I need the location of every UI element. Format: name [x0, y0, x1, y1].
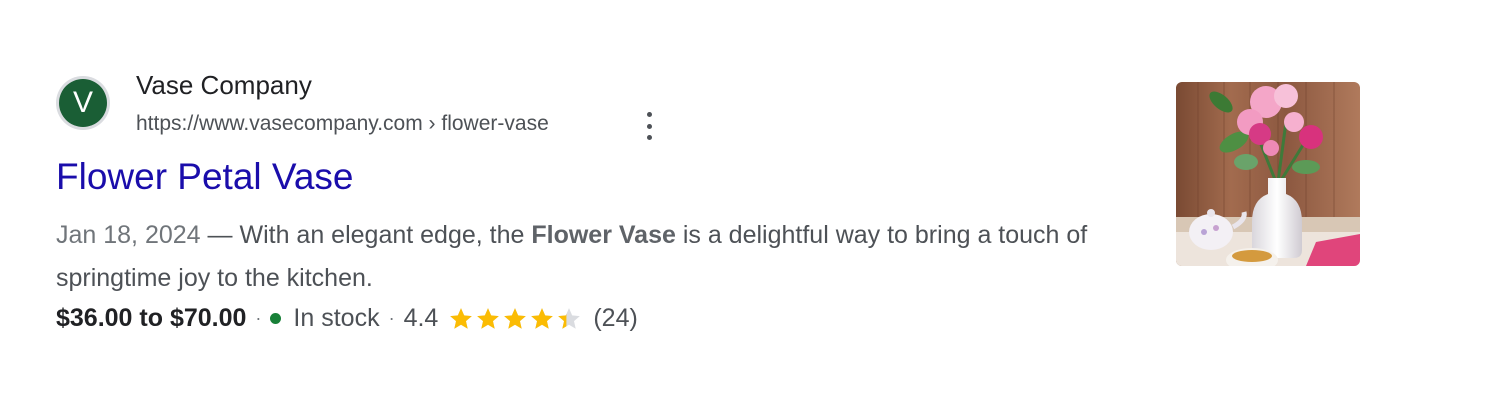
- star-rating: [448, 306, 583, 332]
- review-count[interactable]: (24): [593, 304, 637, 333]
- more-options-button[interactable]: [638, 110, 660, 142]
- star-icon: [558, 307, 581, 329]
- star-icon: [450, 307, 473, 329]
- search-result: V Vase Company https://www.vasecompany.c…: [56, 68, 1366, 348]
- snippet-dash: —: [200, 221, 240, 249]
- thumbnail-image[interactable]: [1176, 82, 1360, 266]
- more-vert-icon-dot: [646, 135, 652, 140]
- stock-status-icon: [270, 313, 282, 324]
- star-icon: [504, 307, 527, 329]
- separator: ·: [255, 308, 262, 328]
- separator: ·: [388, 308, 395, 328]
- star-icon: [531, 307, 554, 329]
- more-vert-icon-dot: [646, 123, 652, 129]
- result-snippet: Jan 18, 2024 — With an elegant edge, the…: [56, 214, 1126, 300]
- stock-status: In stock: [293, 304, 380, 332]
- site-url[interactable]: https://www.vasecompany.com › flower-vas…: [136, 112, 549, 136]
- more-vert-icon: [646, 112, 652, 117]
- snippet-date: Jan 18, 2024: [56, 221, 201, 249]
- site-name[interactable]: Vase Company: [136, 70, 312, 101]
- result-meta: $36.00 to $70.00 · In stock · 4.4 (24): [56, 304, 638, 333]
- star-icon: [477, 307, 500, 329]
- price-range: $36.00 to $70.00: [56, 304, 247, 332]
- result-title-link[interactable]: Flower Petal Vase: [56, 156, 354, 198]
- favicon-letter: V: [59, 79, 107, 127]
- flower-vase-photo: [1176, 82, 1360, 266]
- snippet-text-before: With an elegant edge, the: [239, 221, 532, 249]
- snippet-highlight: Flower Vase: [531, 221, 676, 249]
- rating-value: 4.4: [403, 304, 439, 332]
- site-favicon[interactable]: V: [56, 76, 110, 130]
